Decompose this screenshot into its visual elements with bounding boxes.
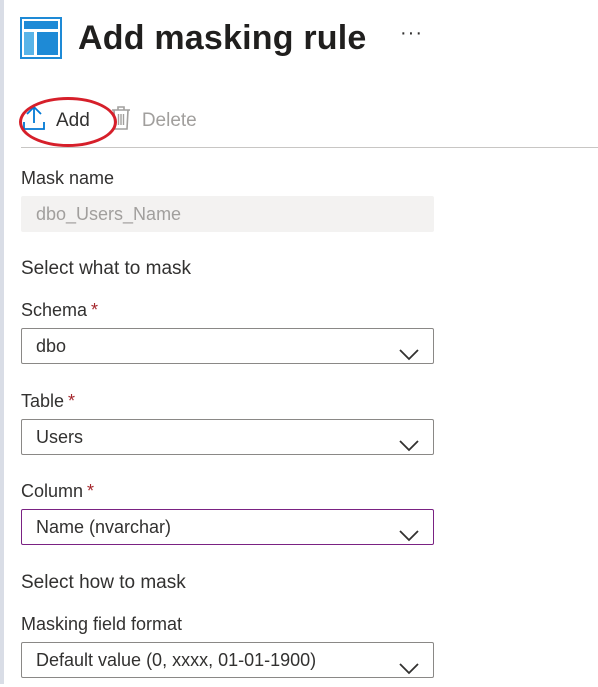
masking-format-dropdown[interactable]: Default value (0, xxxx, 01-01-1900) <box>21 642 434 678</box>
required-marker: * <box>87 481 95 501</box>
upload-icon <box>22 105 56 137</box>
column-dropdown-value: Name (nvarchar) <box>36 517 172 537</box>
add-button-label: Add <box>56 110 90 131</box>
more-options-button[interactable]: ··· <box>400 22 423 45</box>
command-bar: Add Delete <box>22 100 217 142</box>
section-how-to-mask: Select how to mask <box>21 572 186 593</box>
masking-blade-icon <box>20 17 62 59</box>
add-button[interactable]: Add <box>22 105 90 137</box>
schema-label: Schema * <box>21 300 99 320</box>
mask-name-label: Mask name <box>21 168 115 188</box>
column-label: Column * <box>21 481 95 501</box>
table-dropdown-value: Users <box>36 427 84 447</box>
schema-dropdown[interactable]: dbo <box>21 328 434 364</box>
delete-button[interactable]: Delete <box>110 105 197 137</box>
chevron-down-icon <box>399 430 419 464</box>
schema-dropdown-value: dbo <box>36 336 67 356</box>
required-marker: * <box>91 300 99 320</box>
chevron-down-icon <box>399 653 419 687</box>
table-label: Table * <box>21 391 76 411</box>
masking-format-value: Default value (0, xxxx, 01-01-1900) <box>36 650 317 670</box>
blade-header: Add masking rule <box>20 10 366 66</box>
masking-format-label: Masking field format <box>21 614 183 634</box>
required-marker: * <box>68 391 76 411</box>
section-what-to-mask: Select what to mask <box>21 258 192 279</box>
delete-button-label: Delete <box>141 110 197 131</box>
column-dropdown[interactable]: Name (nvarchar) <box>21 509 434 545</box>
page-title: Add masking rule <box>78 18 367 57</box>
toolbar-divider <box>21 147 598 148</box>
chevron-down-icon <box>399 520 419 554</box>
trash-icon <box>110 105 142 137</box>
mask-name-input[interactable]: dbo_Users_Name <box>21 196 434 232</box>
blade-left-edge <box>0 0 4 684</box>
chevron-down-icon <box>399 339 419 373</box>
table-dropdown[interactable]: Users <box>21 419 434 455</box>
